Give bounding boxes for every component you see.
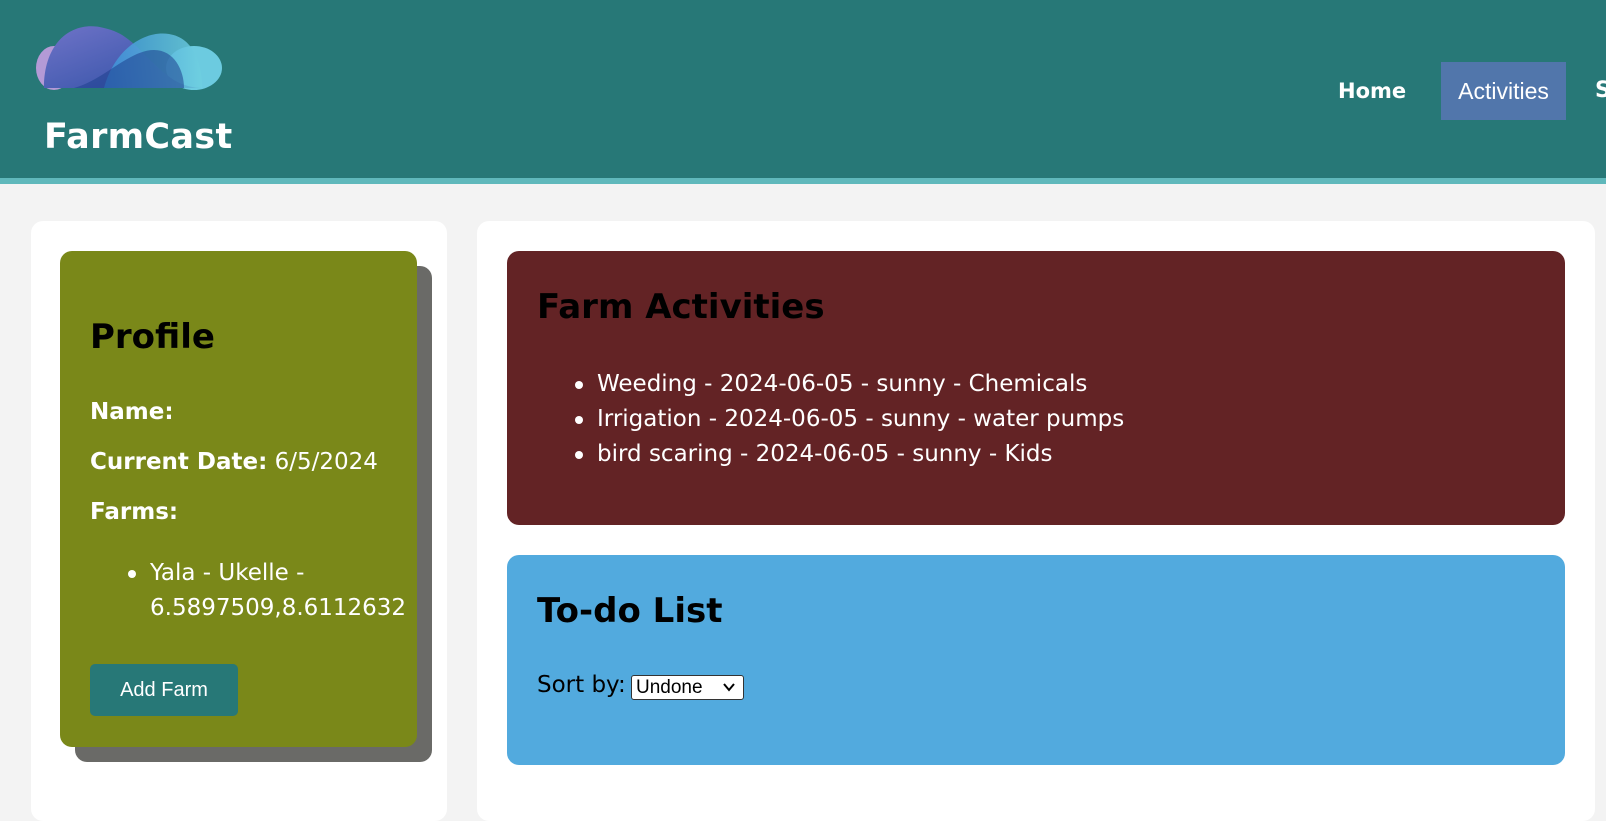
profile-name-field: Name: <box>90 399 174 425</box>
main-nav: Home Activities S <box>0 62 1606 120</box>
list-item: Weeding - 2024-06-05 - sunny - Chemicals <box>567 367 1124 402</box>
name-label: Name: <box>90 399 174 425</box>
nav-next-link[interactable]: S <box>1595 62 1606 120</box>
brand-name[interactable]: FarmCast <box>44 117 232 157</box>
add-farm-button[interactable]: Add Farm <box>90 664 238 716</box>
farm-list: Yala - Ukelle - 6.5897509,8.6112632 <box>120 556 406 626</box>
farms-label-text: Farms: <box>90 499 179 525</box>
list-item: Irrigation - 2024-06-05 - sunny - water … <box>567 402 1124 437</box>
profile-title: Profile <box>90 317 215 357</box>
farm-location: Yala - Ukelle - <box>150 560 305 586</box>
todo-title: To-do List <box>537 591 723 631</box>
list-item: bird scaring - 2024-06-05 - sunny - Kids <box>567 437 1124 472</box>
profile-date-field: Current Date: 6/5/2024 <box>90 449 378 475</box>
current-date-value: 6/5/2024 <box>274 449 378 475</box>
list-item: Yala - Ukelle - 6.5897509,8.6112632 <box>120 556 406 626</box>
profile-card: Profile Name: Current Date: 6/5/2024 Far… <box>60 251 417 747</box>
sort-selected-value: Undone <box>636 677 703 698</box>
sort-label: Sort by: <box>537 672 626 698</box>
chevron-down-icon <box>723 683 735 692</box>
farm-activities-card: Farm Activities Weeding - 2024-06-05 - s… <box>507 251 1565 525</box>
farms-label: Farms: <box>90 499 178 525</box>
nav-home-link[interactable]: Home <box>1338 62 1406 120</box>
farm-coordinates: 6.5897509,8.6112632 <box>150 595 407 621</box>
nav-activities-link[interactable]: Activities <box>1441 62 1566 120</box>
activities-list: Weeding - 2024-06-05 - sunny - Chemicals… <box>567 367 1124 472</box>
sort-select[interactable]: Undone <box>631 675 744 700</box>
todo-card: To-do List Sort by: Undone <box>507 555 1565 765</box>
farm-activities-title: Farm Activities <box>537 287 825 327</box>
app-header: FarmCast Home Activities S <box>0 0 1606 184</box>
current-date-label: Current Date: <box>90 449 268 475</box>
